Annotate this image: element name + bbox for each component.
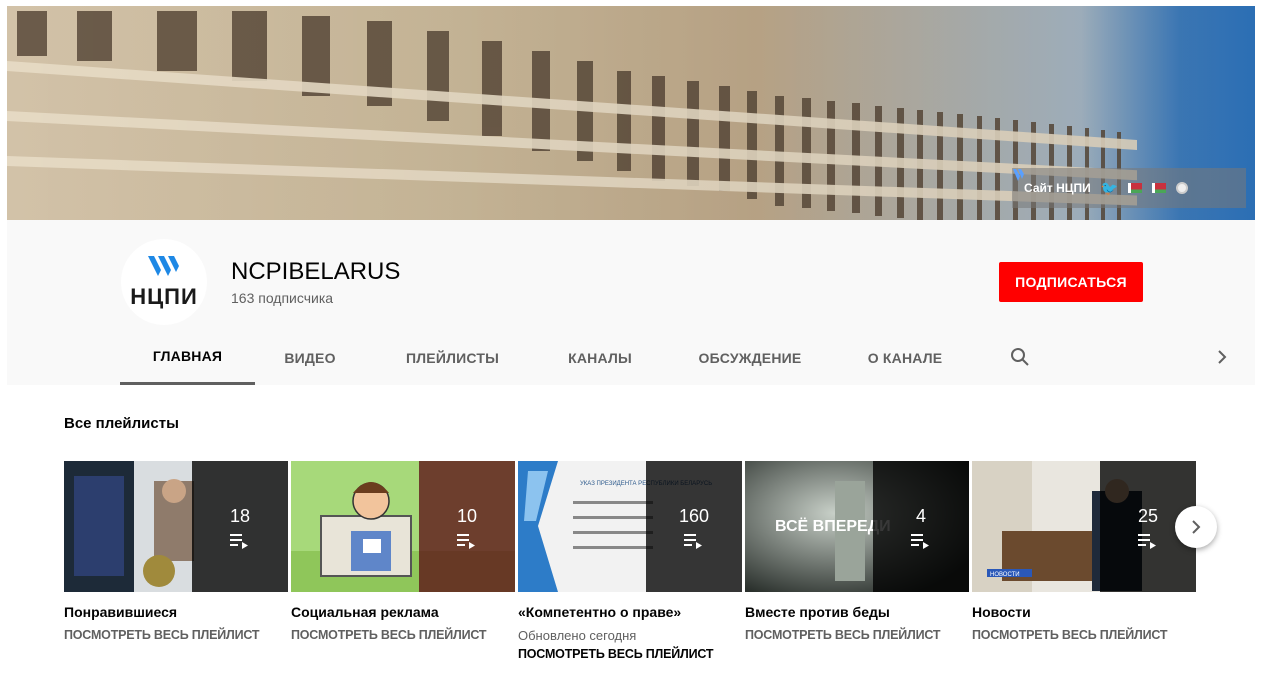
playlist-icon	[684, 533, 702, 549]
playlist-updated: Обновлено сегодня	[518, 628, 637, 643]
playlist-overlay: 10	[419, 461, 515, 592]
shelf-next-button[interactable]	[1175, 506, 1217, 548]
playlist-title[interactable]: Вместе против беды	[745, 604, 969, 620]
playlist-icon	[457, 533, 475, 549]
playlist-card[interactable]: УКАЗ ПРЕЗИДЕНТА РЕСПУБЛИКИ БЕЛАРУСЬ 160 …	[518, 461, 742, 661]
subscriber-count: 163 подписчика	[231, 290, 334, 306]
video-count: 25	[1137, 505, 1159, 526]
channel-tabs: ГЛАВНАЯ ВИДЕО ПЛЕЙЛИСТЫ КАНАЛЫ ОБСУЖДЕНИ…	[120, 330, 1250, 385]
subscribe-button[interactable]: ПОДПИСАТЬСЯ	[999, 262, 1143, 302]
tab-discussion[interactable]: ОБСУЖДЕНИЕ	[690, 330, 810, 385]
ncpi-logo-icon	[1013, 169, 1024, 181]
channel-banner: Сайт НЦПИ 🐦	[7, 6, 1255, 220]
video-count: 10	[456, 505, 478, 526]
tab-channels[interactable]: КАНАЛЫ	[560, 330, 640, 385]
playlist-title[interactable]: Новости	[972, 604, 1196, 620]
playlist-icon	[911, 533, 929, 549]
channel-name: NCPIBELARUS	[231, 258, 401, 285]
view-full-playlist-link[interactable]: ПОСМОТРЕТЬ ВЕСЬ ПЛЕЙЛИСТ	[745, 628, 969, 642]
view-full-playlist-link[interactable]: ПОСМОТРЕТЬ ВЕСЬ ПЛЕЙЛИСТ	[518, 647, 742, 661]
playlist-thumbnail[interactable]: ВСЁ ВПЕРЕДИ 4	[745, 461, 969, 592]
tab-home[interactable]: ГЛАВНАЯ	[120, 330, 255, 385]
flag-icon[interactable]	[1128, 183, 1143, 193]
view-full-playlist-link[interactable]: ПОСМОТРЕТЬ ВЕСЬ ПЛЕЙЛИСТ	[291, 628, 515, 642]
video-count: 160	[678, 505, 710, 526]
tab-videos[interactable]: ВИДЕО	[275, 330, 345, 385]
chevron-right-icon[interactable]	[1212, 347, 1232, 367]
playlist-card[interactable]: НОВОСТИ 25 Новости ПОСМОТРЕТЬ ВЕСЬ ПЛЕЙЛ…	[972, 461, 1196, 642]
playlist-thumbnail[interactable]: 10	[291, 461, 515, 592]
channel-avatar[interactable]: НЦПИ	[121, 239, 207, 325]
playlist-thumbnail[interactable]: УКАЗ ПРЕЗИДЕНТА РЕСПУБЛИКИ БЕЛАРУСЬ 160	[518, 461, 742, 592]
playlist-card[interactable]: 18 Понравившиеся ПОСМОТРЕТЬ ВЕСЬ ПЛЕЙЛИС…	[64, 461, 288, 642]
avatar-logo-text: НЦПИ	[130, 284, 198, 309]
site-link-label: Сайт НЦПИ	[1024, 181, 1091, 195]
playlist-thumbnail[interactable]: 18	[64, 461, 288, 592]
playlist-icon	[230, 533, 248, 549]
playlist-overlay: 160	[646, 461, 742, 592]
channel-header: НЦПИ NCPIBELARUS 163 подписчика ПОДПИСАТ…	[7, 220, 1255, 385]
ncpi-logo-mark-icon	[146, 254, 182, 284]
view-full-playlist-link[interactable]: ПОСМОТРЕТЬ ВЕСЬ ПЛЕЙЛИСТ	[64, 628, 288, 642]
playlist-thumbnail[interactable]: НОВОСТИ 25	[972, 461, 1196, 592]
section-title: Все плейлисты	[64, 415, 179, 432]
playlist-card[interactable]: ВСЁ ВПЕРЕДИ 4 Вместе против беды ПОСМОТР…	[745, 461, 969, 642]
video-count: 4	[915, 505, 926, 526]
search-icon[interactable]	[1010, 347, 1030, 367]
playlist-title[interactable]: Социальная реклама	[291, 604, 515, 620]
globe-icon[interactable]	[1176, 182, 1189, 194]
thumb-caption: НОВОСТИ	[990, 572, 1020, 578]
playlist-card[interactable]: 10 Социальная реклама ПОСМОТРЕТЬ ВЕСЬ ПЛ…	[291, 461, 515, 642]
tab-about[interactable]: О КАНАЛЕ	[855, 330, 955, 385]
chevron-right-icon	[1192, 520, 1201, 534]
site-link[interactable]: Сайт НЦПИ	[1013, 169, 1091, 195]
playlist-title[interactable]: Понравившиеся	[64, 604, 288, 620]
video-count: 18	[229, 505, 251, 526]
youtube-channel-page: Сайт НЦПИ 🐦 НЦПИ NCPIBELARUS 163 подписч…	[0, 0, 1261, 691]
flag-icon[interactable]	[1152, 183, 1167, 193]
view-full-playlist-link[interactable]: ПОСМОТРЕТЬ ВЕСЬ ПЛЕЙЛИСТ	[972, 628, 1196, 642]
playlist-overlay: 18	[192, 461, 288, 592]
playlist-title[interactable]: «Компетентно о праве»	[518, 604, 742, 620]
banner-links: Сайт НЦПИ 🐦	[1012, 168, 1246, 208]
playlist-overlay: 4	[873, 461, 969, 592]
twitter-icon[interactable]: 🐦	[1101, 180, 1118, 197]
tab-playlists[interactable]: ПЛЕЙЛИСТЫ	[395, 330, 510, 385]
playlist-icon	[1138, 533, 1156, 549]
